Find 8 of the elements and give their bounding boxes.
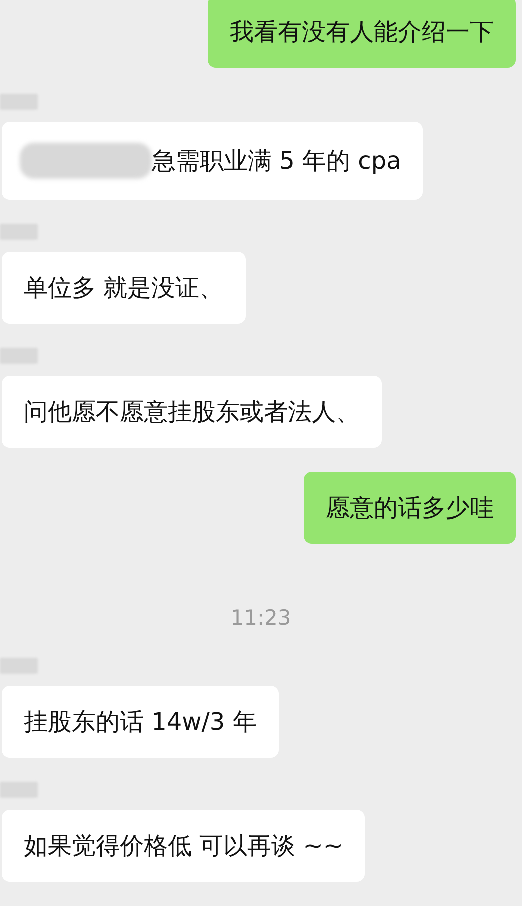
- sent-message: 愿意的话多少哇: [304, 472, 516, 544]
- sent-message: 我看有没有人能介绍一下: [208, 0, 516, 68]
- message-text: 如果觉得价格低 可以再谈 ~~: [24, 831, 344, 861]
- message-text: 挂股东的话 14w/3 年: [24, 707, 257, 737]
- message-text: 问他愿不愿意挂股东或者法人、: [24, 397, 360, 427]
- message-text: 单位多 就是没证、: [24, 273, 224, 303]
- message-text: 急需职业满 5 年的 cpa: [152, 146, 402, 176]
- timestamp: 11:23: [230, 606, 292, 630]
